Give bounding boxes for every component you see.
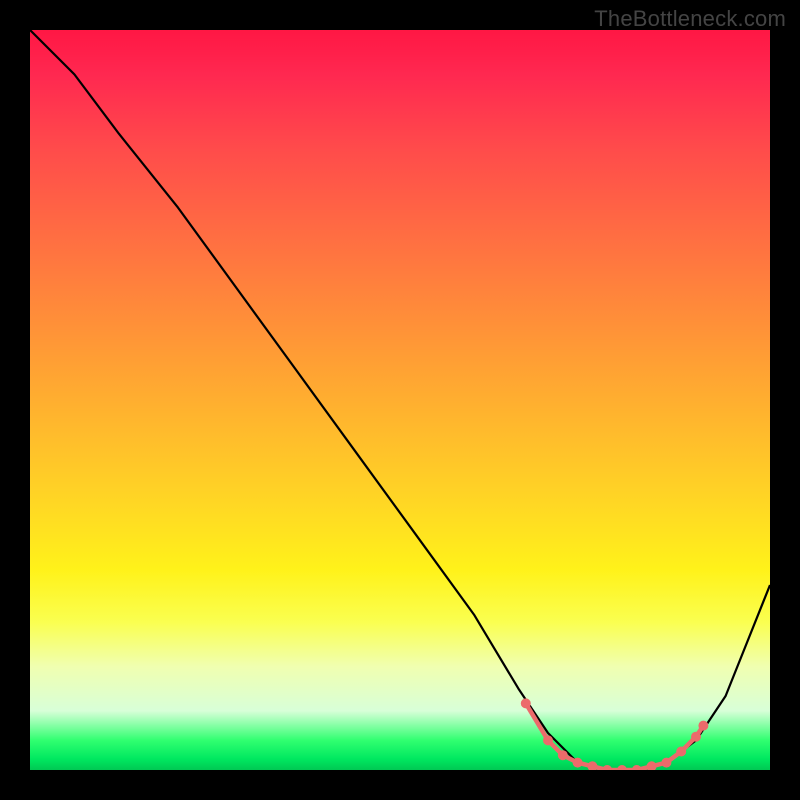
watermark-text: TheBottleneck.com xyxy=(594,6,786,32)
chart-svg xyxy=(30,30,770,770)
bottleneck-curve-line xyxy=(30,30,770,770)
chart-plot-area xyxy=(30,30,770,770)
